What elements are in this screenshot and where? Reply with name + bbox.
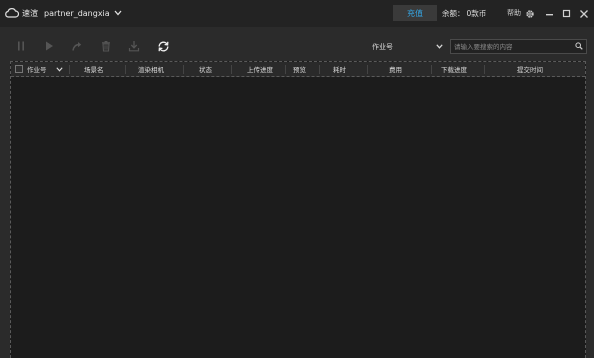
play-icon[interactable] [42, 39, 56, 53]
table-header: 作业号 场景名 渲染相机 状态 上传进度 预览 耗时 费用 下载进度 提交时间 [11, 62, 585, 77]
brand-name: 速渲 [22, 8, 38, 18]
sort-chevron-down-icon[interactable] [56, 62, 63, 76]
search-input[interactable] [454, 42, 572, 51]
col-header-cost[interactable]: 费用 [389, 62, 402, 76]
recharge-button[interactable]: 充值 [393, 5, 437, 21]
column-divider [285, 65, 286, 74]
minimize-icon[interactable] [544, 8, 555, 19]
col-header-status[interactable]: 状态 [199, 62, 212, 76]
redo-arrow-icon[interactable] [70, 39, 84, 53]
search-icon[interactable] [575, 41, 583, 52]
column-divider [319, 65, 320, 74]
account-name: partner_dangxia [44, 8, 110, 18]
settings-gear-icon[interactable] [524, 8, 535, 19]
search-box [450, 39, 587, 54]
column-divider [125, 65, 126, 74]
column-divider [367, 65, 368, 74]
trash-icon[interactable] [99, 39, 113, 53]
table-body [11, 77, 585, 358]
chevron-down-icon [436, 43, 443, 51]
col-header-download-progress[interactable]: 下载进度 [441, 62, 467, 76]
balance: 余额： 0款币 [442, 7, 486, 19]
column-divider [183, 65, 184, 74]
column-divider [69, 65, 70, 74]
maximize-icon[interactable] [561, 8, 572, 19]
col-header-duration[interactable]: 耗时 [333, 62, 346, 76]
column-divider [484, 65, 485, 74]
close-icon[interactable] [578, 8, 589, 19]
col-header-upload-progress[interactable]: 上传进度 [247, 62, 273, 76]
balance-value: 0款币 [466, 8, 487, 18]
cloud-logo-icon [4, 8, 19, 18]
download-icon[interactable] [127, 39, 141, 53]
search-field-select[interactable]: 作业号 [369, 40, 445, 54]
balance-label: 余额： [442, 8, 465, 18]
job-table: 作业号 场景名 渲染相机 状态 上传进度 预览 耗时 费用 下载进度 提交时间 [10, 61, 586, 358]
pause-icon[interactable] [14, 39, 28, 53]
column-divider [431, 65, 432, 74]
account-switcher[interactable]: partner_dangxia [44, 7, 122, 19]
brand: 速渲 [4, 7, 38, 19]
title-bar: 速渲 partner_dangxia 充值 余额： 0款币 帮助 [0, 0, 594, 27]
col-header-job-id[interactable]: 作业号 [27, 62, 47, 76]
col-header-camera[interactable]: 渲染相机 [138, 62, 164, 76]
search-field-select-value: 作业号 [372, 43, 393, 51]
col-header-submit-time[interactable]: 提交时间 [517, 62, 543, 76]
refresh-icon[interactable] [156, 39, 170, 53]
column-divider [231, 65, 232, 74]
col-header-preview[interactable]: 预览 [293, 62, 306, 76]
help-link[interactable]: 帮助 [507, 7, 521, 19]
col-header-scene[interactable]: 场景名 [84, 62, 104, 76]
chevron-down-icon [114, 9, 122, 18]
select-all-checkbox[interactable] [15, 65, 23, 73]
